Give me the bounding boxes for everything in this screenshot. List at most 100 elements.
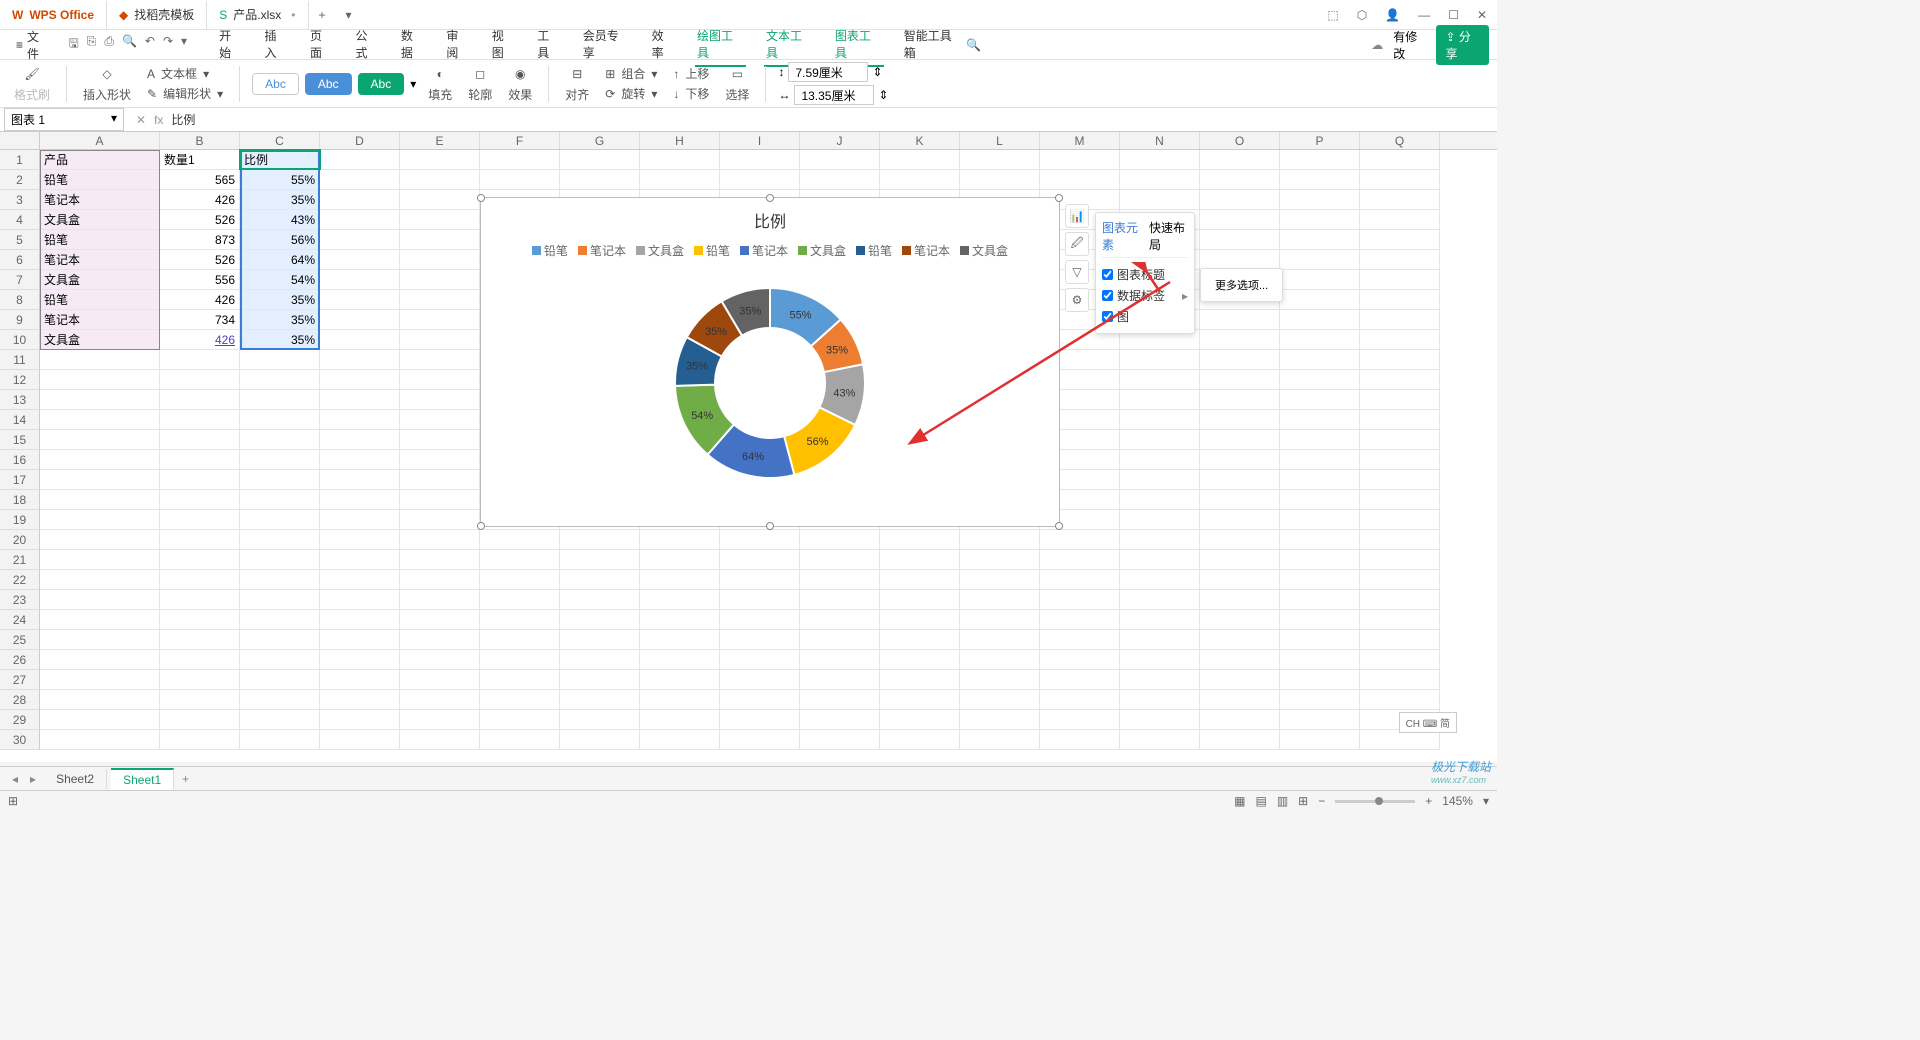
menu-数据[interactable]: 数据: [399, 23, 426, 67]
cell[interactable]: [240, 450, 320, 470]
cell[interactable]: [240, 530, 320, 550]
cell[interactable]: 35%: [240, 290, 320, 310]
cell[interactable]: [1360, 210, 1440, 230]
cell[interactable]: [1360, 670, 1440, 690]
row-header[interactable]: 27: [0, 670, 40, 690]
width-stepper[interactable]: ⇕: [878, 88, 888, 102]
cube-icon[interactable]: ⬡: [1357, 8, 1367, 22]
cell[interactable]: [1200, 570, 1280, 590]
cell[interactable]: [800, 690, 880, 710]
cell[interactable]: [1120, 630, 1200, 650]
cell[interactable]: [560, 630, 640, 650]
cell[interactable]: [480, 670, 560, 690]
cell[interactable]: [1360, 510, 1440, 530]
resize-handle[interactable]: [1055, 522, 1063, 530]
cell[interactable]: [320, 650, 400, 670]
cell[interactable]: [1360, 530, 1440, 550]
cell[interactable]: [400, 410, 480, 430]
cell[interactable]: [560, 650, 640, 670]
minimize-button[interactable]: —: [1418, 8, 1430, 22]
col-header-H[interactable]: H: [640, 132, 720, 149]
col-header-J[interactable]: J: [800, 132, 880, 149]
cell[interactable]: [1200, 650, 1280, 670]
tab-template[interactable]: ◆ 找稻壳模板: [107, 1, 207, 29]
cell[interactable]: [320, 550, 400, 570]
row-header[interactable]: 3: [0, 190, 40, 210]
cell[interactable]: [880, 730, 960, 750]
col-header-A[interactable]: A: [40, 132, 160, 149]
cell[interactable]: [1360, 470, 1440, 490]
cell[interactable]: [1120, 370, 1200, 390]
cell[interactable]: [160, 410, 240, 430]
cell[interactable]: [320, 150, 400, 170]
cell[interactable]: [960, 590, 1040, 610]
cell[interactable]: [400, 530, 480, 550]
new-tab-button[interactable]: +: [309, 8, 336, 22]
row-header[interactable]: 2: [0, 170, 40, 190]
cell[interactable]: 笔记本: [40, 190, 160, 210]
cell[interactable]: [720, 150, 800, 170]
cell[interactable]: [480, 590, 560, 610]
row-header[interactable]: 7: [0, 270, 40, 290]
cell[interactable]: [400, 630, 480, 650]
cell[interactable]: [320, 610, 400, 630]
outline-button[interactable]: ◻轮廓: [464, 64, 496, 103]
cell[interactable]: [1280, 250, 1360, 270]
col-header-P[interactable]: P: [1280, 132, 1360, 149]
row-header[interactable]: 13: [0, 390, 40, 410]
legend-item[interactable]: 笔记本: [740, 242, 788, 259]
cell[interactable]: [1120, 730, 1200, 750]
row-header[interactable]: 18: [0, 490, 40, 510]
cell[interactable]: [1120, 670, 1200, 690]
cell[interactable]: [1200, 430, 1280, 450]
popup-tab-elements[interactable]: 图表元素: [1102, 219, 1141, 253]
cell[interactable]: [40, 410, 160, 430]
cell[interactable]: [240, 370, 320, 390]
cell[interactable]: [400, 370, 480, 390]
cell[interactable]: [160, 690, 240, 710]
cell[interactable]: [800, 610, 880, 630]
row-header[interactable]: 22: [0, 570, 40, 590]
cell[interactable]: [880, 650, 960, 670]
cell[interactable]: 数量1: [160, 150, 240, 170]
cell[interactable]: [1120, 690, 1200, 710]
zoom-thumb[interactable]: [1375, 797, 1383, 805]
effect-button[interactable]: ◉效果: [504, 64, 536, 103]
cell[interactable]: [240, 390, 320, 410]
col-header-I[interactable]: I: [720, 132, 800, 149]
ime-indicator[interactable]: CH ⌨ 简: [1399, 712, 1457, 733]
cell[interactable]: [560, 690, 640, 710]
cell[interactable]: [960, 170, 1040, 190]
view-break-icon[interactable]: ▥: [1277, 794, 1288, 808]
cell[interactable]: [720, 550, 800, 570]
row-header[interactable]: 11: [0, 350, 40, 370]
col-header-D[interactable]: D: [320, 132, 400, 149]
cell[interactable]: [960, 530, 1040, 550]
cell[interactable]: [40, 350, 160, 370]
legend-item[interactable]: 笔记本: [902, 242, 950, 259]
align-button[interactable]: ⊟对齐: [561, 64, 593, 103]
select-all-corner[interactable]: [0, 132, 40, 149]
cell[interactable]: [880, 170, 960, 190]
cell[interactable]: [320, 250, 400, 270]
cell[interactable]: [240, 430, 320, 450]
row-header[interactable]: 26: [0, 650, 40, 670]
cell[interactable]: 426: [160, 290, 240, 310]
menu-开始[interactable]: 开始: [217, 23, 244, 67]
cell[interactable]: [320, 510, 400, 530]
cell[interactable]: [1360, 650, 1440, 670]
zoom-dropdown[interactable]: ▾: [1483, 794, 1489, 808]
cell[interactable]: [400, 450, 480, 470]
cell[interactable]: [1280, 390, 1360, 410]
cell[interactable]: [40, 370, 160, 390]
chart-object[interactable]: 比例 铅笔笔记本文具盒铅笔笔记本文具盒铅笔笔记本文具盒 55%35%43%56%…: [480, 197, 1060, 527]
cell[interactable]: [1360, 270, 1440, 290]
format-painter-button[interactable]: 🖌 格式刷: [10, 64, 54, 103]
cell[interactable]: [40, 570, 160, 590]
cell[interactable]: [560, 710, 640, 730]
cell[interactable]: [40, 450, 160, 470]
cell[interactable]: [400, 610, 480, 630]
cell[interactable]: [1200, 510, 1280, 530]
cell[interactable]: 35%: [240, 190, 320, 210]
cell[interactable]: [160, 610, 240, 630]
